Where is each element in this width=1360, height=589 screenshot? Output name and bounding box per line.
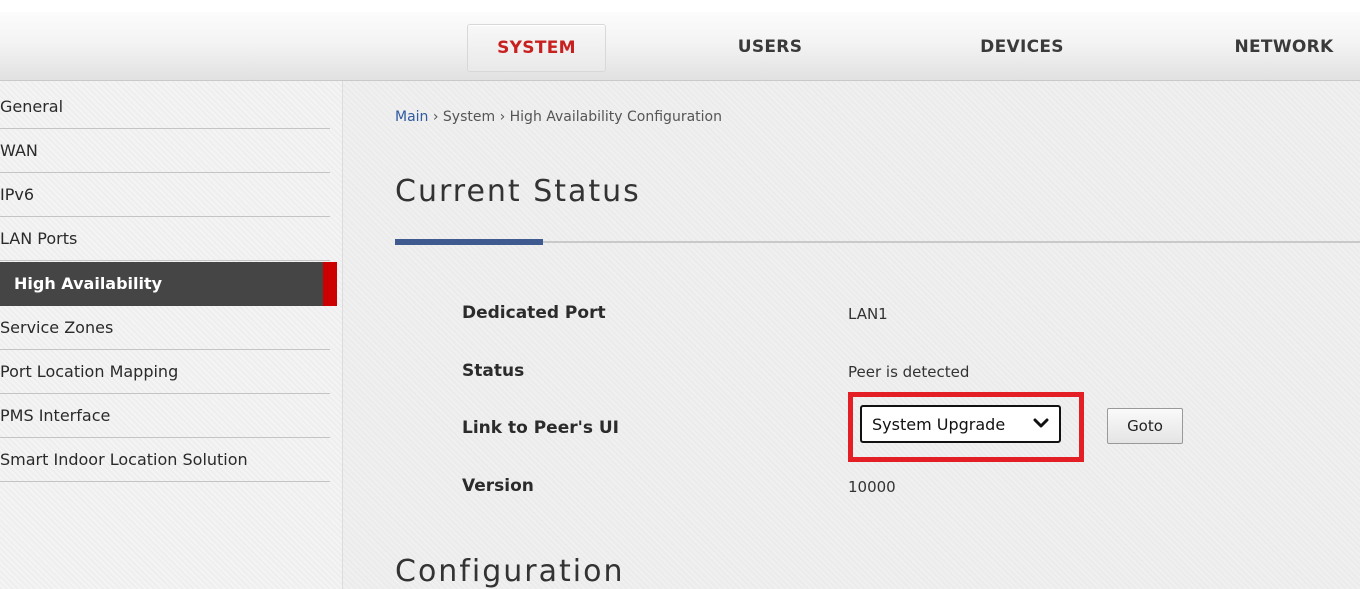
goto-button[interactable]: Goto: [1107, 408, 1183, 444]
chevron-down-icon: [1033, 418, 1049, 428]
version-value: 10000: [848, 478, 896, 496]
title-divider: [395, 239, 1360, 245]
sidebar-item-label: General: [0, 97, 64, 116]
sidebar-item-lan-ports[interactable]: LAN Ports: [0, 217, 330, 261]
breadcrumb-system[interactable]: System: [443, 109, 495, 125]
breadcrumb-separator: ›: [495, 109, 510, 125]
title-accent-bar: [395, 239, 543, 245]
tab-network[interactable]: NETWORK: [1218, 24, 1350, 70]
breadcrumb: Main › System › High Availability Config…: [395, 109, 722, 125]
peer-ui-select-value: System Upgrade: [872, 415, 1006, 434]
sidebar-item-label: IPv6: [0, 185, 35, 204]
dedicated-port-label: Dedicated Port: [462, 303, 606, 323]
breadcrumb-separator: ›: [428, 109, 443, 125]
status-label: Status: [462, 361, 525, 381]
main-content: Main › System › High Availability Config…: [343, 81, 1360, 589]
tab-users[interactable]: USERS: [712, 24, 828, 70]
peer-ui-select[interactable]: System Upgrade: [860, 405, 1061, 443]
divider: [0, 481, 330, 482]
divider: [0, 260, 330, 261]
sidebar-item-label: Smart Indoor Location Solution: [0, 450, 248, 469]
tab-system[interactable]: SYSTEM: [467, 24, 606, 72]
sidebar-item-label: LAN Ports: [0, 229, 78, 248]
status-value: Peer is detected: [848, 363, 970, 381]
sidebar: General WAN IPv6 LAN Ports High Availabi…: [0, 81, 343, 589]
sidebar-item-service-zones[interactable]: Service Zones: [0, 306, 330, 350]
sidebar-item-pms-interface[interactable]: PMS Interface: [0, 394, 330, 438]
link-to-peer-label: Link to Peer's UI: [462, 418, 619, 438]
sidebar-item-port-location-mapping[interactable]: Port Location Mapping: [0, 350, 330, 394]
breadcrumb-main[interactable]: Main: [395, 109, 428, 125]
breadcrumb-current: High Availability Configuration: [509, 109, 722, 125]
sidebar-item-ipv6[interactable]: IPv6: [0, 173, 330, 217]
section-title-current-status: Current Status: [395, 174, 641, 209]
sidebar-item-label: Port Location Mapping: [0, 362, 179, 381]
sidebar-item-general[interactable]: General: [0, 85, 330, 129]
dedicated-port-value: LAN1: [848, 305, 888, 323]
sidebar-item-label: Service Zones: [0, 318, 114, 337]
sidebar-item-high-availability[interactable]: High Availability: [0, 262, 337, 306]
sidebar-item-label: WAN: [0, 141, 38, 160]
sidebar-item-wan[interactable]: WAN: [0, 129, 330, 173]
sidebar-item-smart-indoor-location[interactable]: Smart Indoor Location Solution: [0, 438, 330, 482]
top-strip: [0, 0, 1360, 12]
top-nav-bar: SYSTEM USERS DEVICES NETWORK: [0, 0, 1360, 81]
section-title-configuration: Configuration: [395, 554, 625, 589]
active-marker: [323, 262, 337, 306]
sidebar-item-label: PMS Interface: [0, 406, 111, 425]
version-label: Version: [462, 476, 534, 496]
sidebar-item-label: High Availability: [14, 274, 163, 293]
tab-devices[interactable]: DEVICES: [962, 24, 1082, 70]
